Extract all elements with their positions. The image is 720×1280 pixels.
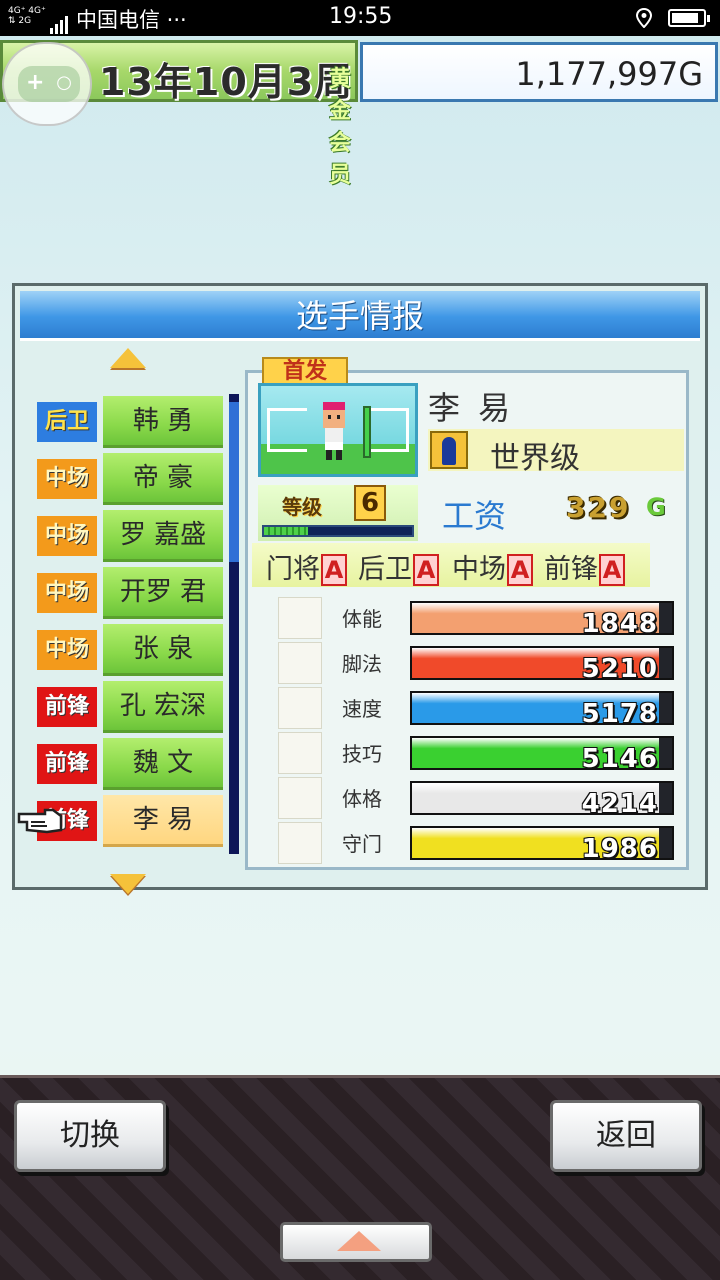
player-name-button[interactable]: 张 泉: [103, 624, 223, 676]
rank-label: 世界级: [490, 441, 580, 476]
player-row[interactable]: 中场 罗 嘉盛: [35, 508, 235, 565]
stat-bar: 1848: [410, 601, 674, 635]
scroll-down-arrow-icon[interactable]: [110, 874, 146, 894]
stat-row: 技巧 5146: [278, 730, 674, 775]
floating-gamepad-icon[interactable]: [2, 42, 92, 126]
stat-label: 脚法: [342, 652, 382, 676]
player-list: 后卫 韩 勇 中场 帝 豪 中场 罗 嘉盛 中场 开罗 君 中场 张 泉 前锋 …: [35, 394, 235, 850]
boot-icon: [278, 642, 322, 684]
level-label: 等级: [282, 495, 322, 519]
stat-bar: 5178: [410, 691, 674, 725]
player-sprite-icon: [323, 402, 345, 460]
stat-label: 速度: [342, 697, 382, 721]
stat-row: 体能 1848: [278, 595, 674, 640]
player-name-button[interactable]: 韩 勇: [103, 396, 223, 448]
money-value: 1,177,997G: [515, 55, 703, 93]
back-button[interactable]: 返回: [550, 1100, 702, 1172]
status-bar: 4G⁺ 4G⁺ ⇅ 2G 中国电信 ··· 19:55: [0, 0, 720, 36]
player-row[interactable]: 前锋 孔 宏深: [35, 679, 235, 736]
scroll-up-arrow-icon[interactable]: [110, 348, 146, 368]
location-icon: [636, 8, 652, 28]
player-row[interactable]: 前锋 魏 文: [35, 736, 235, 793]
position-badge: 前锋: [37, 744, 97, 784]
stat-bar: 5210: [410, 646, 674, 680]
stat-label: 技巧: [342, 742, 382, 766]
player-name-button[interactable]: 帝 豪: [103, 453, 223, 505]
aptitude-row: 门将 A 后卫 A 中场 A 前锋 A: [252, 543, 650, 587]
level-box: 等级 6: [258, 485, 418, 541]
stat-value: 5146: [581, 744, 658, 770]
stat-label: 体格: [342, 787, 382, 811]
position-badge: 中场: [37, 516, 97, 556]
stat-bar: 5146: [410, 736, 674, 770]
stat-value: 4214: [581, 789, 658, 815]
player-name-button[interactable]: 李 易: [103, 795, 223, 847]
position-badge: 中场: [37, 459, 97, 499]
salary-label: 工资: [442, 497, 507, 535]
rank-box: 世界级: [428, 429, 684, 476]
stat-label: 守门: [342, 832, 382, 856]
bottom-bar: 切换 返回: [0, 1075, 720, 1280]
player-row-selected[interactable]: 前锋 李 易: [35, 793, 235, 850]
top-header: 13年10月3周 黄金会员 1,177,997G: [0, 36, 720, 188]
player-name-button[interactable]: 魏 文: [103, 738, 223, 790]
stat-value: 5178: [581, 699, 658, 725]
stat-value: 1986: [581, 834, 658, 860]
player-name-button[interactable]: 孔 宏深: [103, 681, 223, 733]
player-portrait: [258, 383, 418, 477]
aptitude-midfielder: 中场 A: [452, 547, 533, 586]
muscle-icon: [278, 777, 322, 819]
glove-icon: [278, 822, 322, 864]
stat-value: 1848: [581, 609, 658, 635]
expand-menu-button[interactable]: [280, 1222, 432, 1262]
network-indicator: 4G⁺ 4G⁺ ⇅ 2G: [8, 6, 46, 26]
position-badge: 后卫: [37, 402, 97, 442]
player-rank-icon: [430, 431, 468, 469]
money-panel: 1,177,997G: [360, 42, 718, 102]
player-detail-panel: 首发 等级 6 李 易 世界级 工资 329 G 门将 A 后卫 A 中场 A …: [245, 357, 689, 870]
position-badge: 中场: [37, 573, 97, 613]
player-info-dialog: 选手情报 后卫 韩 勇 中场 帝 豪 中场 罗 嘉盛 中场 开罗 君 中场 张 …: [12, 283, 708, 894]
aptitude-goalkeeper: 门将 A: [266, 547, 347, 586]
stat-row: 速度 5178: [278, 685, 674, 730]
player-row[interactable]: 中场 张 泉: [35, 622, 235, 679]
player-name-button[interactable]: 开罗 君: [103, 567, 223, 619]
stat-bar: 4214: [410, 781, 674, 815]
running-icon: [278, 687, 322, 729]
player-row[interactable]: 中场 帝 豪: [35, 451, 235, 508]
stat-row: 脚法 5210: [278, 640, 674, 685]
salary-value: 329: [566, 491, 631, 524]
pointing-hand-icon: [17, 808, 63, 834]
carrier-label: 中国电信 ···: [76, 8, 187, 32]
stat-value: 5210: [581, 654, 658, 680]
player-row[interactable]: 后卫 韩 勇: [35, 394, 235, 451]
stat-row: 守门 1986: [278, 820, 674, 865]
switch-button[interactable]: 切换: [14, 1100, 166, 1172]
arrow-up-icon: [337, 1231, 381, 1251]
battery-icon: [668, 9, 710, 27]
aptitude-forward: 前锋 A: [544, 547, 625, 586]
player-row[interactable]: 中场 开罗 君: [35, 565, 235, 622]
stats-list: 体能 1848 脚法 5210 速度 5178 技巧 5146 体格 4214 …: [278, 595, 674, 865]
level-value: 6: [354, 485, 386, 521]
player-name: 李 易: [428, 389, 515, 427]
level-progress-bar: [262, 525, 414, 537]
clock: 19:55: [329, 4, 393, 29]
player-name-button[interactable]: 罗 嘉盛: [103, 510, 223, 562]
battery-icon: [278, 597, 322, 639]
position-badge: 中场: [37, 630, 97, 670]
position-badge: 前锋: [37, 687, 97, 727]
dialog-title: 选手情报: [20, 291, 700, 341]
dribble-icon: [278, 732, 322, 774]
signal-icon: [50, 9, 70, 34]
stat-label: 体能: [342, 607, 382, 631]
condition-gauge: [363, 406, 371, 458]
player-list-scrollbar[interactable]: [229, 394, 239, 854]
salary-unit: G: [646, 493, 666, 521]
stat-row: 体格 4214: [278, 775, 674, 820]
aptitude-defender: 后卫 A: [358, 547, 439, 586]
membership-label: 黄金会员: [329, 67, 352, 188]
game-date: 13年10月3周: [99, 60, 354, 104]
stat-bar: 1986: [410, 826, 674, 860]
